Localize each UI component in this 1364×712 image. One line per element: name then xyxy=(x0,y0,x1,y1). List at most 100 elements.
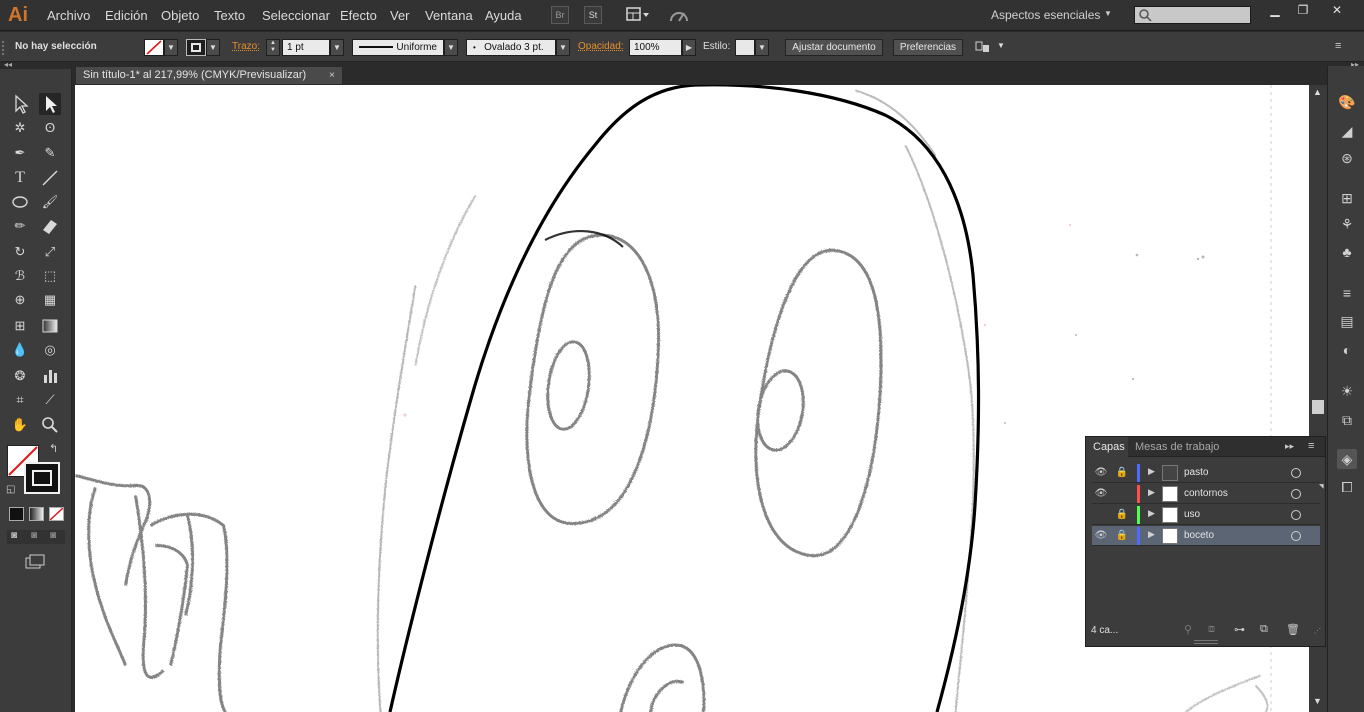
collapse-icon[interactable]: ◂◂ xyxy=(4,60,12,69)
default-colors-icon[interactable]: ◱ xyxy=(6,484,15,495)
layers-panel-icon[interactable]: ◈ xyxy=(1337,449,1357,469)
graphic-styles-icon[interactable]: ⧉ xyxy=(1337,410,1357,430)
panel-drag-handle[interactable] xyxy=(1194,640,1218,644)
mesh-icon[interactable]: ⊞ xyxy=(9,315,31,337)
swatches-icon[interactable]: ⊞ xyxy=(1337,188,1357,208)
resize-grip-icon[interactable]: ⋰ xyxy=(1314,627,1321,635)
menu-ver[interactable]: Ver xyxy=(390,8,410,23)
stroke-weight-dropdown[interactable]: ▼ xyxy=(330,39,344,56)
direct-selection-tool-icon[interactable] xyxy=(39,93,61,115)
new-layer-icon[interactable]: ⧉ xyxy=(1260,623,1268,636)
color-mode-icon[interactable] xyxy=(9,507,24,521)
minimize-icon[interactable]: ▁ xyxy=(1262,3,1288,19)
chevron-down-icon[interactable]: ▼ xyxy=(997,41,1005,50)
expand-layer-icon[interactable]: ▶ xyxy=(1148,466,1155,477)
variable-width-profile[interactable]: Uniforme xyxy=(352,39,444,56)
lock-icon[interactable]: 🔒 xyxy=(1115,528,1129,544)
stroke-color-swatch[interactable] xyxy=(24,462,60,494)
expand-layer-icon[interactable]: ▶ xyxy=(1148,508,1155,519)
symbol-sprayer-icon[interactable]: ❂ xyxy=(9,365,31,387)
fit-document-button[interactable]: Ajustar documento xyxy=(785,39,883,56)
visibility-eye-icon[interactable]: 👁 xyxy=(1094,465,1108,481)
stroke-panel-icon[interactable]: ≡ xyxy=(1337,283,1357,303)
collapse-panel-icon[interactable]: ▸▸ xyxy=(1285,441,1294,452)
line-segment-icon[interactable] xyxy=(39,167,61,189)
zoom-icon[interactable] xyxy=(39,414,61,436)
preferences-button[interactable]: Preferencias xyxy=(893,39,963,56)
visibility-eye-icon[interactable]: 👁 xyxy=(1094,486,1108,502)
layer-target-icon[interactable] xyxy=(1291,489,1301,499)
layer-target-icon[interactable] xyxy=(1291,531,1301,541)
column-graph-icon[interactable] xyxy=(39,365,61,387)
gradient-mode-icon[interactable] xyxy=(29,507,44,521)
graphic-style-swatch[interactable] xyxy=(735,39,755,56)
scroll-up-icon[interactable]: ▲ xyxy=(1313,87,1322,97)
ellipse-icon[interactable] xyxy=(9,191,31,213)
curvature-icon[interactable]: ✎ xyxy=(39,142,61,164)
tab-capas[interactable]: Capas xyxy=(1086,437,1128,457)
delete-layer-icon[interactable]: 🗑 xyxy=(1286,623,1300,636)
symbols-icon[interactable]: ♣ xyxy=(1337,242,1357,262)
layer-name[interactable]: pasto xyxy=(1184,467,1208,478)
color-guide-icon[interactable]: ◢ xyxy=(1337,121,1357,141)
layer-target-icon[interactable] xyxy=(1291,510,1301,520)
artboard-icon[interactable]: ⌗ xyxy=(9,389,31,411)
arrange-documents-icon[interactable] xyxy=(626,7,650,23)
draw-behind-icon[interactable]: ◙ xyxy=(31,530,37,541)
paintbrush-icon[interactable]: 🖌 xyxy=(39,191,61,213)
scroll-thumb[interactable] xyxy=(1312,400,1324,414)
eraser-icon[interactable] xyxy=(39,215,61,237)
transparency-icon[interactable]: ◐ xyxy=(1337,340,1357,360)
lock-icon[interactable]: 🔒 xyxy=(1115,465,1129,481)
close-tab-icon[interactable]: × xyxy=(329,66,341,85)
profile-dropdown[interactable]: ▼ xyxy=(444,39,458,56)
layer-row-pasto[interactable]: 👁 🔒 ▶ pasto xyxy=(1092,463,1320,483)
menu-ayuda[interactable]: Ayuda xyxy=(485,8,522,23)
appearance-icon[interactable]: ☀ xyxy=(1337,381,1357,401)
scroll-down-icon[interactable]: ▼ xyxy=(1313,696,1322,706)
opacity-label[interactable]: Opacidad: xyxy=(578,41,624,52)
gradient-panel-icon[interactable]: ▤ xyxy=(1337,311,1357,331)
rotate-icon[interactable]: ↻ xyxy=(9,241,31,263)
screen-mode-icon[interactable] xyxy=(24,554,46,570)
layer-name[interactable]: uso xyxy=(1184,509,1200,520)
clipping-mask-icon[interactable]: ⧈ xyxy=(1208,623,1215,636)
blend-icon[interactable]: ◎ xyxy=(39,339,61,361)
selection-tool-icon[interactable] xyxy=(9,93,31,115)
menu-seleccionar[interactable]: Seleccionar xyxy=(262,8,330,23)
search-input[interactable] xyxy=(1134,6,1251,24)
cc-libraries-icon[interactable]: ⊛ xyxy=(1337,148,1357,168)
perspective-grid-icon[interactable]: ▦ xyxy=(39,289,61,311)
panel-menu-icon[interactable]: ≡ xyxy=(1308,440,1314,452)
stroke-swatch[interactable] xyxy=(186,39,206,56)
expand-layer-icon[interactable]: ▶ xyxy=(1148,529,1155,540)
type-icon[interactable]: T xyxy=(9,167,31,189)
tab-mesas-de-trabajo[interactable]: Mesas de trabajo xyxy=(1135,441,1219,453)
stroke-weight-stepper[interactable]: ▲ ▼ xyxy=(266,39,280,56)
stroke-dropdown[interactable]: ▼ xyxy=(206,39,220,56)
free-transform-icon[interactable]: ⬚ xyxy=(39,265,61,287)
layer-row-uso[interactable]: 🔒 ▶ uso xyxy=(1092,505,1320,525)
panel-scroll-arrow-icon[interactable]: ◥ xyxy=(1319,483,1324,490)
restore-icon[interactable]: ❐ xyxy=(1290,3,1316,19)
stroke-weight-input[interactable]: 1 pt xyxy=(282,39,330,56)
close-icon[interactable]: ✕ xyxy=(1324,3,1350,19)
pen-icon[interactable]: ✒ xyxy=(9,142,31,164)
lock-icon[interactable]: 🔒 xyxy=(1115,507,1129,523)
layer-row-contornos[interactable]: 👁 ▶ contornos xyxy=(1092,484,1320,504)
layer-name[interactable]: contornos xyxy=(1184,488,1228,499)
width-tool-icon[interactable]: ℬ xyxy=(9,265,31,287)
color-palette-icon[interactable]: 🎨 xyxy=(1337,92,1357,112)
new-sublayer-icon[interactable]: ⊶ xyxy=(1234,623,1245,636)
gpu-performance-icon[interactable] xyxy=(669,6,689,24)
magic-wand-icon[interactable]: ✲ xyxy=(9,117,31,139)
document-tab[interactable]: Sin título-1* al 217,99% (CMYK/Previsual… xyxy=(75,66,343,85)
locate-object-icon[interactable]: ⚲ xyxy=(1184,623,1192,636)
menu-texto[interactable]: Texto xyxy=(214,8,245,23)
brush-dropdown[interactable]: ▼ xyxy=(556,39,570,56)
opacity-input[interactable]: 100% xyxy=(629,39,682,56)
stock-button[interactable]: St xyxy=(584,6,602,24)
shape-builder-icon[interactable]: ⊕ xyxy=(9,289,31,311)
draw-inside-icon[interactable]: ◙ xyxy=(50,530,56,541)
layer-target-icon[interactable] xyxy=(1291,468,1301,478)
